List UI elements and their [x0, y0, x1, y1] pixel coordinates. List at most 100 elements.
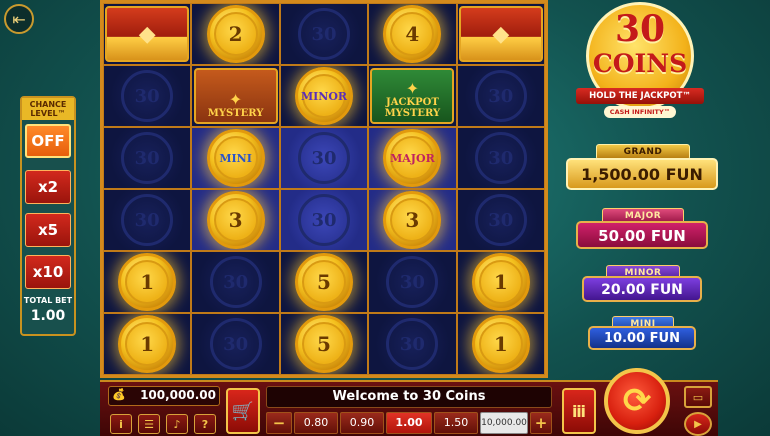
reel-cell: 3: [368, 189, 457, 251]
chance-x10-button[interactable]: x10: [25, 255, 71, 289]
star-icon: ✦: [405, 79, 420, 98]
empty-slot-symbol: 30: [297, 8, 350, 60]
reel-cell: 30: [456, 127, 545, 189]
reel-cell: 2: [191, 3, 280, 65]
coin-symbol: 3: [383, 191, 442, 249]
coin-value: 5: [317, 332, 331, 356]
coin-value: 1: [140, 332, 155, 356]
reel-cell: 5: [279, 313, 369, 375]
message-display: Welcome to 30 Coins: [266, 386, 552, 408]
reel-cell: MINOR: [279, 65, 369, 127]
coin-value: 3: [405, 208, 420, 232]
bet-option[interactable]: 0.80: [294, 412, 338, 434]
reel-cell: 30: [456, 65, 545, 127]
reel-cell: ◆: [103, 3, 192, 65]
empty-slot-symbol: 30: [386, 256, 439, 308]
coin-symbol: MINOR: [294, 67, 353, 125]
bet-option[interactable]: 0.90: [340, 412, 384, 434]
coin-symbol: 2: [206, 5, 265, 63]
coin-value: 1: [493, 270, 508, 294]
empty-slot-symbol: 30: [297, 194, 350, 246]
coin-symbol: 1: [118, 253, 177, 311]
coin-value: MINOR: [300, 89, 348, 103]
reel-cell: ✦ MYSTERY: [191, 65, 280, 127]
reel-cell: 30: [103, 189, 192, 251]
bet-option[interactable]: 1.50: [434, 412, 478, 434]
reel-cell: 30: [103, 127, 192, 189]
chance-x5-button[interactable]: x5: [25, 213, 71, 247]
coin-value: 1: [493, 332, 508, 356]
turbo-button[interactable]: ▭: [684, 386, 712, 408]
info-icon: i: [119, 417, 123, 431]
reel-cell: 30: [456, 189, 545, 251]
coin-value: 2: [228, 22, 243, 46]
treasure-chest-icon: ◆: [138, 21, 156, 47]
coin-symbol: 1: [471, 315, 530, 373]
sound-icon: ♪: [173, 417, 181, 431]
treasure-chest-symbol: ◆: [105, 6, 190, 62]
play-button[interactable]: ▶: [684, 412, 712, 436]
play-icon: ▶: [694, 418, 702, 430]
exit-button[interactable]: ⇤: [4, 4, 34, 34]
logo-number: 30: [614, 8, 666, 50]
reel-cell: 5: [279, 251, 369, 313]
coin-symbol: 3: [206, 191, 265, 249]
logo-word: COINS: [592, 49, 688, 78]
symbol-label: JACKPOT MYSTERY: [384, 97, 441, 119]
reel-cell: 30: [368, 251, 457, 313]
coin-symbol: 4: [383, 5, 442, 63]
empty-slot-symbol: 30: [209, 318, 262, 370]
coin-value: MAJOR: [390, 151, 435, 165]
coin-symbol: MINI: [206, 129, 265, 187]
autoplay-button[interactable]: ⅲ: [562, 388, 596, 434]
bet-decrease-button[interactable]: −: [266, 412, 292, 434]
autoplay-icon: ⅲ: [572, 401, 586, 421]
chance-level-title: CHANCE LEVEL™: [22, 98, 74, 120]
jackpot-mystery-symbol: ✦ JACKPOT MYSTERY: [370, 68, 455, 124]
info-button[interactable]: i: [110, 414, 132, 434]
bet-increase-button[interactable]: +: [530, 412, 552, 434]
bet-option-selected[interactable]: 1.00: [386, 412, 432, 434]
star-icon: ✦: [228, 90, 243, 109]
balance-value: 100,000.00: [140, 388, 216, 402]
game-logo: 30 COINS HOLD THE JACKPOT™ CASH INFINITY…: [574, 0, 706, 122]
treasure-chest-icon: ◆: [492, 21, 510, 47]
reel-cell: 1: [103, 313, 192, 375]
reel-cell: 1: [456, 313, 545, 375]
spin-arrows-icon: ⟳: [622, 381, 652, 421]
menu-icon: ☰: [144, 417, 154, 431]
reel-grid: ◆ 2 30 4 ◆ 30 ✦ MYSTERY MINOR ✦ JACKPOT MYSTERY 30 3…: [100, 0, 548, 378]
grand-jackpot-value: 1,500.00 FUN: [566, 158, 718, 190]
symbol-label: MYSTERY: [207, 108, 264, 119]
sound-button[interactable]: ♪: [166, 414, 188, 434]
chance-level-panel: CHANCE LEVEL™ OFF x2 x5 x10 TOTAL BET 1.…: [20, 96, 76, 336]
bet-option[interactable]: 10,000.00: [480, 412, 528, 434]
reel-cell: 30: [191, 313, 280, 375]
major-jackpot-value: 50.00 FUN: [576, 221, 708, 249]
shop-button[interactable]: 🛒: [226, 388, 260, 434]
empty-slot-symbol: 30: [121, 132, 174, 184]
empty-slot-symbol: 30: [386, 318, 439, 370]
chance-x2-button[interactable]: x2: [25, 170, 71, 204]
reel-cell: 1: [456, 251, 545, 313]
reel-cell: 3: [191, 189, 280, 251]
coin-value: 3: [228, 208, 243, 232]
logo-ribbon: HOLD THE JACKPOT™: [576, 88, 704, 104]
logo-subtitle: CASH INFINITY™: [604, 106, 676, 118]
coin-symbol: 5: [294, 253, 353, 311]
empty-slot-symbol: 30: [474, 132, 527, 184]
reel-cell: 30: [103, 65, 192, 127]
reel-cell: MINI: [191, 127, 280, 189]
chance-off-button[interactable]: OFF: [25, 124, 71, 158]
spin-button[interactable]: ⟳: [604, 368, 670, 434]
menu-button[interactable]: ☰: [138, 414, 160, 434]
reel-cell: 4: [368, 3, 457, 65]
empty-slot-symbol: 30: [121, 70, 174, 122]
total-bet-value: 1.00: [30, 308, 66, 324]
coin-value: MINI: [219, 151, 252, 165]
help-button[interactable]: ?: [194, 414, 216, 434]
coin-symbol: 1: [118, 315, 177, 373]
reel-cell: ◆: [456, 3, 545, 65]
empty-slot-symbol: 30: [474, 194, 527, 246]
reel-cell: 1: [103, 251, 192, 313]
